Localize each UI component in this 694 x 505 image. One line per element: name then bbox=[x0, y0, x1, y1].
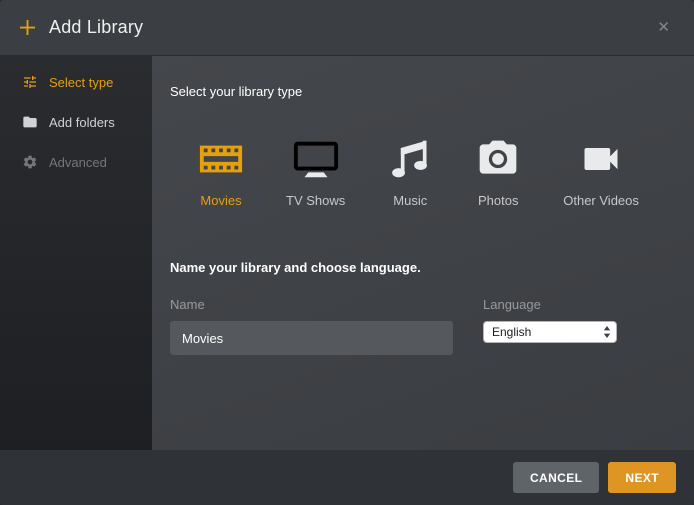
name-section-title: Name your library and choose language. bbox=[170, 260, 674, 275]
library-type-tv-shows[interactable]: TV Shows bbox=[286, 137, 345, 208]
next-button[interactable]: NEXT bbox=[608, 462, 676, 493]
library-type-movies[interactable]: Movies bbox=[198, 137, 244, 208]
main-panel: Select your library type Movies TV Shows bbox=[152, 56, 694, 450]
language-select-value: English bbox=[492, 325, 531, 339]
name-label: Name bbox=[170, 297, 453, 312]
type-section-title: Select your library type bbox=[170, 84, 674, 99]
language-label: Language bbox=[483, 297, 623, 312]
gear-icon bbox=[22, 154, 38, 170]
add-library-dialog: Add Library ✕ Select type Add folders bbox=[0, 0, 694, 505]
select-arrows-icon bbox=[603, 326, 611, 338]
dialog-header: Add Library ✕ bbox=[0, 0, 694, 56]
dialog-title: Add Library bbox=[49, 17, 143, 38]
sidebar-item-advanced[interactable]: Advanced bbox=[0, 142, 152, 182]
library-name-input[interactable] bbox=[170, 321, 453, 355]
library-type-label: Movies bbox=[200, 193, 241, 208]
library-type-list: Movies TV Shows Music bbox=[170, 137, 674, 208]
film-strip-icon bbox=[198, 137, 244, 181]
video-camera-icon bbox=[578, 137, 624, 181]
tune-icon bbox=[22, 74, 38, 90]
tv-icon bbox=[293, 137, 339, 181]
sidebar-item-label: Select type bbox=[49, 75, 113, 90]
sidebar-item-add-folders[interactable]: Add folders bbox=[0, 102, 152, 142]
cancel-button[interactable]: CANCEL bbox=[513, 462, 599, 493]
library-type-label: Other Videos bbox=[563, 193, 639, 208]
sidebar-item-label: Add folders bbox=[49, 115, 115, 130]
music-note-icon bbox=[387, 137, 433, 181]
sidebar-item-select-type[interactable]: Select type bbox=[0, 62, 152, 102]
sidebar: Select type Add folders Advanced bbox=[0, 56, 152, 450]
plus-icon bbox=[20, 20, 35, 35]
dialog-footer: CANCEL NEXT bbox=[0, 450, 694, 505]
camera-icon bbox=[475, 137, 521, 181]
library-type-label: Photos bbox=[478, 193, 518, 208]
close-icon[interactable]: ✕ bbox=[653, 16, 674, 39]
library-type-label: TV Shows bbox=[286, 193, 345, 208]
library-type-photos[interactable]: Photos bbox=[475, 137, 521, 208]
library-type-music[interactable]: Music bbox=[387, 137, 433, 208]
name-language-form: Name Language English bbox=[170, 297, 674, 355]
language-select[interactable]: English bbox=[483, 321, 617, 343]
folder-icon bbox=[22, 114, 38, 130]
sidebar-item-label: Advanced bbox=[49, 155, 107, 170]
library-type-other-videos[interactable]: Other Videos bbox=[563, 137, 639, 208]
library-type-label: Music bbox=[393, 193, 427, 208]
